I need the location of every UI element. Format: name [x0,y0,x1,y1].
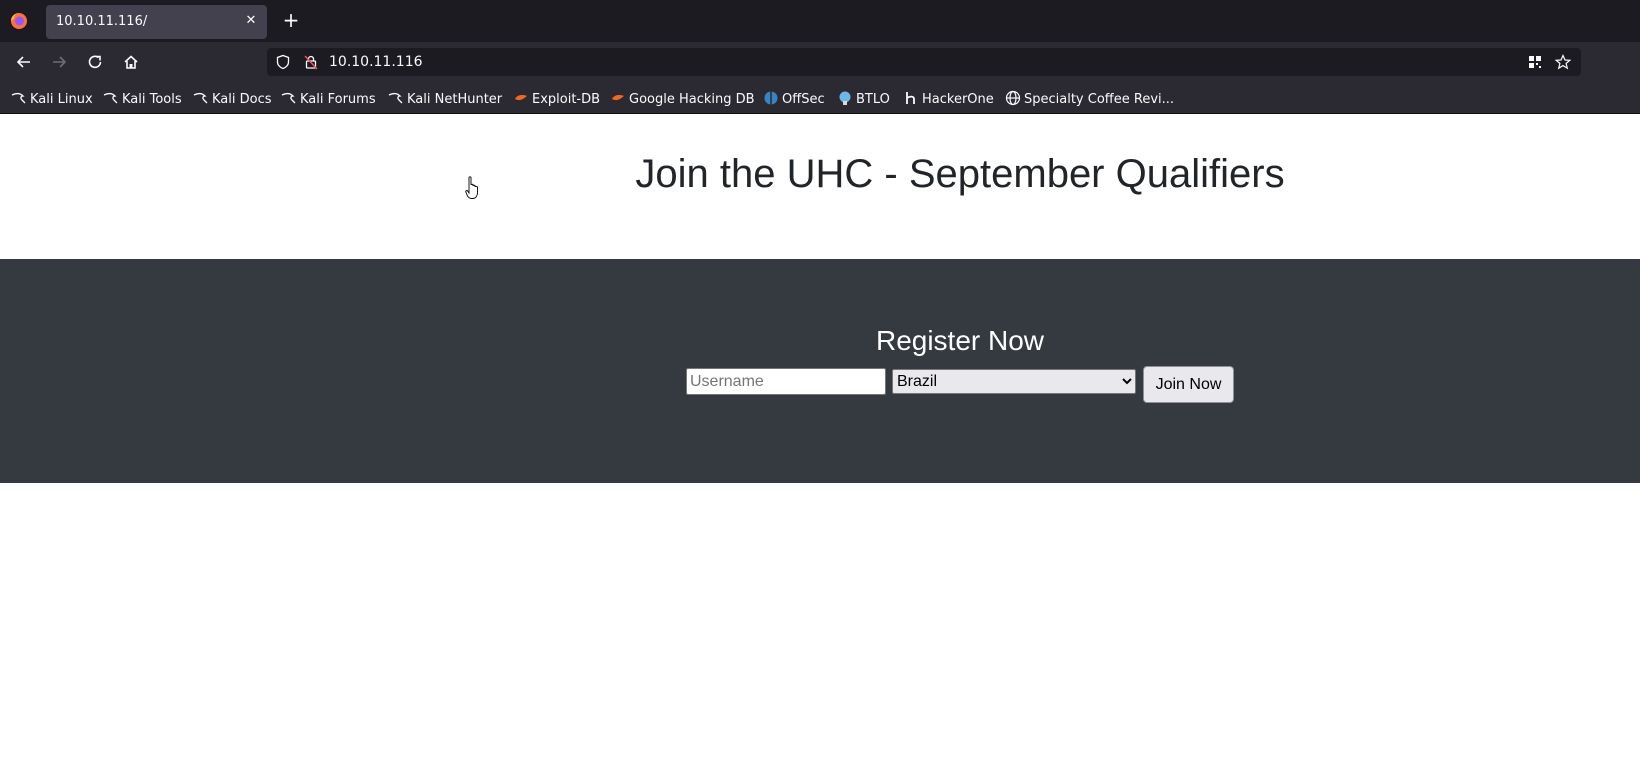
bookmark-label: Exploit-DB [532,92,601,107]
bookmark-specialty-coffee-review[interactable]: Specialty Coffee Revi... [1005,90,1175,107]
kali-dragon-icon [388,92,403,104]
browser-tab[interactable]: 10.10.11.116/ ✕ [46,5,267,39]
exploit-db-icon [612,95,624,101]
bookmark-kali-forums[interactable]: Kali Forums [281,90,376,107]
web-page: Join the UHC - September Qualifiers Regi… [0,114,1640,770]
bookmark-label: Kali Linux [30,92,93,107]
back-icon[interactable] [11,49,37,75]
kali-dragon-icon [103,92,118,104]
tab-title: 10.10.11.116/ [56,14,148,29]
bookmark-label: Specialty Coffee Revi... [1024,92,1175,107]
bookmark-label: BTLO [856,92,890,107]
browser-navigation-bar: 10.10.11.116 [0,42,1640,82]
globe-icon [1005,90,1021,106]
bookmark-hackerone[interactable]: HackerOne [903,90,994,107]
bookmark-google-hacking-db[interactable]: Google Hacking DB [610,90,755,107]
offsec-icon [764,91,778,105]
bookmarks-toolbar: Kali Linux Kali Tools Kali Docs Kali For… [0,82,1640,114]
new-tab-button[interactable]: + [280,10,302,32]
qr-code-icon[interactable] [1527,54,1543,70]
bookmark-btlo[interactable]: BTLO [837,90,890,107]
firefox-icon[interactable] [10,12,28,30]
hand-pointer-cursor-icon [465,176,478,199]
bookmark-label: Kali Tools [122,92,182,107]
url-text: 10.10.11.116 [329,54,423,70]
bookmark-label: Google Hacking DB [629,92,755,107]
bookmark-kali-tools[interactable]: Kali Tools [103,90,182,107]
bookmark-label: Kali Forums [300,92,376,107]
bookmark-label: HackerOne [922,92,994,107]
bookmark-label: OffSec [782,92,825,107]
bookmark-kali-linux[interactable]: Kali Linux [11,90,93,107]
page-heading: Join the UHC - September Qualifiers [635,152,1285,196]
kali-dragon-icon [11,92,26,104]
bookmark-offsec[interactable]: OffSec [763,90,825,107]
bookmark-exploit-db[interactable]: Exploit-DB [513,90,601,107]
kali-dragon-icon [193,92,208,104]
registration-section: Register Now Brazil Join Now [0,259,1640,483]
country-select[interactable]: Brazil [892,369,1136,394]
bookmark-kali-docs[interactable]: Kali Docs [193,90,272,107]
join-now-button[interactable]: Join Now [1143,366,1234,403]
browser-tab-bar: 10.10.11.116/ ✕ + [0,0,1640,42]
bookmark-label: Kali Docs [212,92,272,107]
bookmark-kali-nethunter[interactable]: Kali NetHunter [388,90,503,107]
tracking-shield-icon[interactable] [275,54,291,70]
address-bar[interactable]: 10.10.11.116 [267,48,1581,76]
kali-dragon-icon [281,92,296,104]
bookmark-label: Kali NetHunter [407,92,503,107]
home-icon[interactable] [118,49,144,75]
insecure-lock-icon[interactable] [303,54,319,70]
reload-icon[interactable] [82,49,108,75]
close-tab-icon[interactable]: ✕ [242,12,260,30]
btlo-icon [839,91,851,105]
register-title: Register Now [875,325,1045,356]
forward-icon[interactable] [46,49,72,75]
exploit-db-icon [515,95,527,101]
hackerone-icon [906,92,915,104]
bookmark-star-icon[interactable] [1555,54,1571,70]
username-input[interactable] [686,368,886,395]
